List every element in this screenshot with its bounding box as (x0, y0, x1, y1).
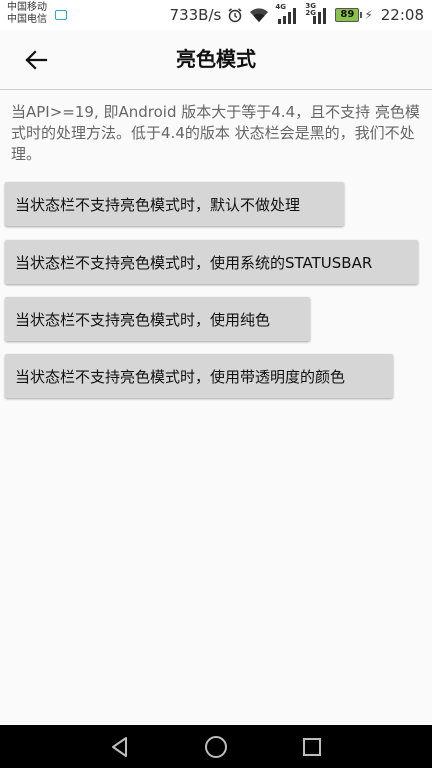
use-translucent-color-button[interactable]: 当状态栏不支持亮色模式时，使用带透明度的颜色 (5, 354, 393, 398)
signal-icon: 4G (275, 3, 299, 24)
page-title: 亮色模式 (176, 47, 256, 71)
wifi-icon (250, 8, 269, 22)
charging-icon: ⚡ (364, 8, 373, 22)
nav-back-button[interactable] (106, 734, 134, 760)
alarm-icon (228, 8, 242, 23)
network-speed: 733B/s (169, 6, 222, 24)
battery-level: 89 (335, 8, 360, 22)
default-no-handling-button[interactable]: 当状态栏不支持亮色模式时，默认不做处理 (5, 182, 344, 226)
home-circle-icon (205, 736, 227, 758)
description-text: 当API>=19, 即Android 版本大于等于4.4，且不支持 亮色模式时的… (11, 103, 420, 163)
signal-2-type: 3G 2G (305, 2, 316, 17)
carrier-info: 中国移动 中国电信 (7, 2, 67, 26)
use-system-statusbar-button[interactable]: 当状态栏不支持亮色模式时，使用系统的STATUSBAR (5, 240, 418, 284)
status-icons: 733B/s 4G 3G 2G 89 ⚡ 22:08 (170, 3, 424, 27)
signal-icon-2: 3G 2G (305, 2, 329, 24)
use-solid-color-button[interactable]: 当状态栏不支持亮色模式时，使用纯色 (5, 297, 310, 341)
sim-icon (55, 10, 67, 20)
carrier-2-label: 中国电信 (7, 14, 47, 25)
clock: 22:08 (380, 6, 424, 24)
back-triangle-icon (112, 737, 127, 757)
status-bar: 中国移动 中国电信 733B/s 4G 3G 2G 89 ⚡ 22:08 (0, 0, 432, 30)
recents-square-icon (303, 738, 321, 756)
main-content: 当API>=19, 即Android 版本大于等于4.4，且不支持 亮色模式时的… (0, 90, 432, 398)
arrow-left-icon (25, 50, 48, 70)
signal-1-type: 4G (275, 3, 286, 11)
back-button[interactable] (16, 44, 56, 76)
battery-icon: 89 ⚡ (335, 8, 373, 22)
navigation-bar (0, 725, 432, 768)
app-toolbar: 亮色模式 (0, 30, 432, 90)
nav-recents-button[interactable] (298, 734, 326, 760)
carrier-1-label: 中国移动 (7, 2, 47, 13)
nav-home-button[interactable] (202, 734, 230, 760)
